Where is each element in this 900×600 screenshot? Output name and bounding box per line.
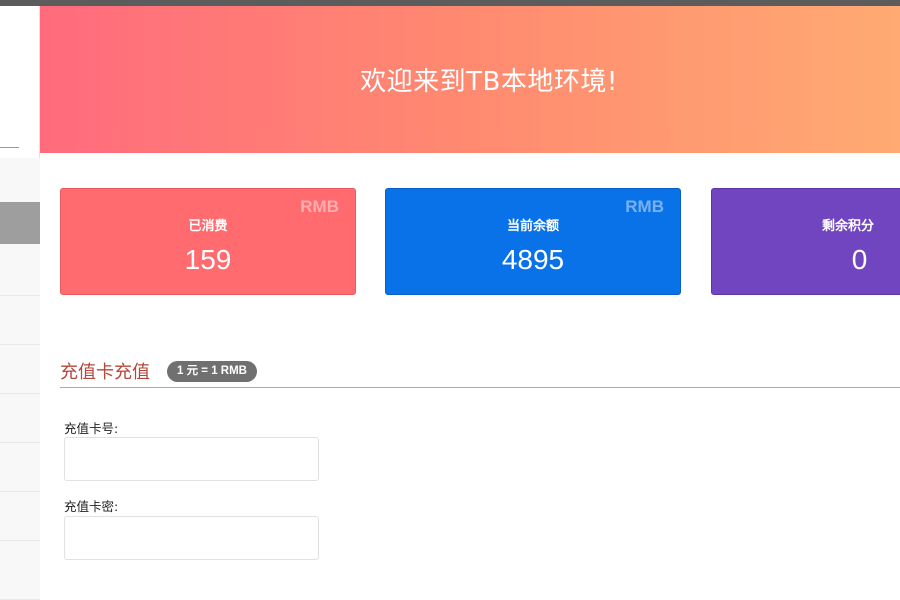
card-password-label: 充值卡密: xyxy=(64,499,119,514)
sidebar-item[interactable] xyxy=(0,296,40,345)
balance-unit: RMB xyxy=(625,197,664,216)
points-label: 剩余积分 xyxy=(822,219,875,234)
card-number-input[interactable] xyxy=(64,437,319,481)
recharge-title: 充值卡充值 xyxy=(60,362,150,383)
spent-label: 已消费 xyxy=(188,219,228,234)
welcome-banner: 欢迎来到TB本地环境! xyxy=(40,6,900,153)
spent-unit: RMB xyxy=(300,197,339,216)
card-number-label: 充值卡号: xyxy=(64,421,119,436)
points-card: 剩余积分 0 xyxy=(711,188,900,295)
sidebar-item[interactable] xyxy=(0,443,40,492)
spent-card: RMB 已消费 159 xyxy=(60,188,356,295)
recharge-section-header: 充值卡充值 1 元 = 1 RMB xyxy=(60,358,900,388)
sidebar-logo-area xyxy=(0,6,19,148)
sidebar xyxy=(0,6,40,600)
sidebar-item[interactable] xyxy=(0,158,40,203)
points-value: 0 xyxy=(851,244,868,275)
balance-label: 当前余额 xyxy=(506,219,559,234)
sidebar-item[interactable] xyxy=(0,244,40,296)
sidebar-item-active[interactable] xyxy=(0,202,40,244)
balance-card: RMB 当前余额 4895 xyxy=(385,188,681,295)
sidebar-item[interactable] xyxy=(0,345,40,394)
spent-value: 159 xyxy=(184,244,232,275)
rate-badge: 1 元 = 1 RMB xyxy=(167,361,257,382)
sidebar-item[interactable] xyxy=(0,492,40,541)
sidebar-item[interactable] xyxy=(0,541,40,600)
welcome-text: 欢迎来到TB本地环境! xyxy=(360,67,618,97)
balance-value: 4895 xyxy=(501,244,565,275)
sidebar-item[interactable] xyxy=(0,394,40,443)
card-password-input[interactable] xyxy=(64,516,319,560)
